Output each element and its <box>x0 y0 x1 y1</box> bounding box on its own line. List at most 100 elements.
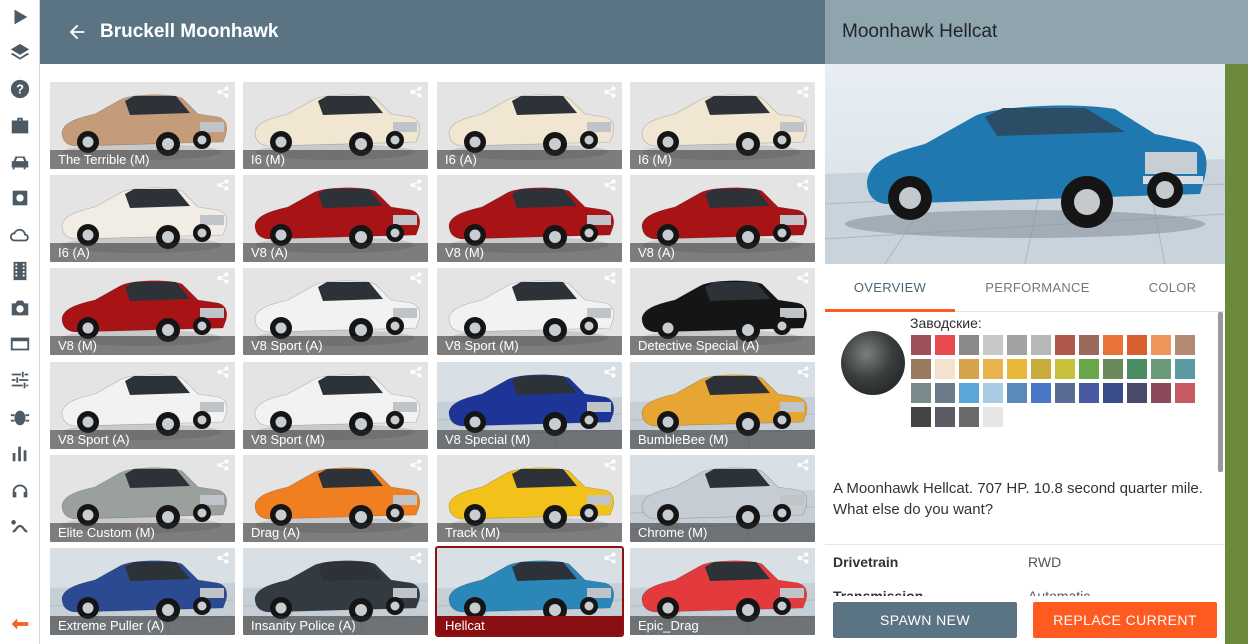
details-scrollbar[interactable] <box>1218 312 1223 472</box>
share-icon[interactable] <box>797 366 809 378</box>
headphones-icon[interactable] <box>6 476 34 504</box>
config-tile[interactable]: Extreme Puller (A) <box>50 548 235 635</box>
color-swatch[interactable] <box>959 359 979 379</box>
color-swatch[interactable] <box>1103 335 1123 355</box>
share-icon[interactable] <box>410 272 422 284</box>
route-icon[interactable] <box>6 512 34 540</box>
color-swatch[interactable] <box>1127 335 1147 355</box>
color-swatch[interactable] <box>935 335 955 355</box>
color-swatch[interactable] <box>935 359 955 379</box>
color-swatch[interactable] <box>1175 335 1195 355</box>
play-icon[interactable] <box>6 3 34 31</box>
share-icon[interactable] <box>604 272 616 284</box>
share-icon[interactable] <box>604 552 616 564</box>
color-swatch[interactable] <box>1007 359 1027 379</box>
config-tile[interactable]: I6 (M) <box>243 82 428 169</box>
config-tile[interactable]: V8 Sport (A) <box>50 362 235 449</box>
color-swatch[interactable] <box>959 407 979 427</box>
config-tile[interactable]: V8 (A) <box>243 175 428 262</box>
share-icon[interactable] <box>217 179 229 191</box>
share-icon[interactable] <box>217 272 229 284</box>
color-swatch[interactable] <box>1055 383 1075 403</box>
share-icon[interactable] <box>797 552 809 564</box>
bug-icon[interactable] <box>6 403 34 431</box>
help-icon[interactable]: ? <box>6 75 34 103</box>
color-swatch[interactable] <box>1079 335 1099 355</box>
color-swatch[interactable] <box>1031 359 1051 379</box>
config-tile[interactable]: Track (M) <box>437 455 622 542</box>
color-swatch[interactable] <box>1127 383 1147 403</box>
config-tile[interactable]: Epic_Drag <box>630 548 815 635</box>
color-swatch[interactable] <box>1055 359 1075 379</box>
config-tile[interactable]: V8 (M) <box>437 175 622 262</box>
config-tile[interactable]: Elite Custom (M) <box>50 455 235 542</box>
config-tile[interactable]: V8 Special (M) <box>437 362 622 449</box>
color-swatch[interactable] <box>983 383 1003 403</box>
config-tile[interactable]: I6 (M) <box>630 82 815 169</box>
config-tile[interactable]: Insanity Police (A) <box>243 548 428 635</box>
color-swatch[interactable] <box>1175 359 1195 379</box>
share-icon[interactable] <box>797 179 809 191</box>
share-icon[interactable] <box>797 272 809 284</box>
car-icon[interactable] <box>6 148 34 176</box>
color-swatch[interactable] <box>1151 383 1171 403</box>
layout-icon[interactable] <box>6 330 34 358</box>
share-icon[interactable] <box>410 179 422 191</box>
color-swatch[interactable] <box>1079 359 1099 379</box>
config-tile[interactable]: Detective Special (A) <box>630 268 815 355</box>
config-tile[interactable]: V8 (A) <box>630 175 815 262</box>
share-icon[interactable] <box>410 459 422 471</box>
color-swatch[interactable] <box>1175 383 1195 403</box>
layers-icon[interactable] <box>6 39 34 67</box>
briefcase-icon[interactable] <box>6 112 34 140</box>
color-swatch[interactable] <box>911 407 931 427</box>
config-tile[interactable]: The Terrible (M) <box>50 82 235 169</box>
cloud-icon[interactable] <box>6 221 34 249</box>
share-icon[interactable] <box>217 552 229 564</box>
camera-icon[interactable] <box>6 294 34 322</box>
share-icon[interactable] <box>410 552 422 564</box>
share-icon[interactable] <box>217 459 229 471</box>
color-swatch[interactable] <box>983 335 1003 355</box>
config-tile[interactable]: I6 (A) <box>50 175 235 262</box>
color-swatch[interactable] <box>935 407 955 427</box>
sliders-icon[interactable] <box>6 366 34 394</box>
color-swatch[interactable] <box>1055 335 1075 355</box>
stats-icon[interactable] <box>6 439 34 467</box>
share-icon[interactable] <box>797 86 809 98</box>
color-swatch[interactable] <box>983 407 1003 427</box>
color-swatch[interactable] <box>959 335 979 355</box>
color-swatch[interactable] <box>983 359 1003 379</box>
share-icon[interactable] <box>604 179 616 191</box>
back-arrow-icon[interactable] <box>40 0 100 64</box>
config-tile[interactable]: V8 Sport (A) <box>243 268 428 355</box>
config-tile[interactable]: V8 Sport (M) <box>243 362 428 449</box>
color-swatch[interactable] <box>1151 359 1171 379</box>
color-swatch[interactable] <box>1007 335 1027 355</box>
config-tile[interactable]: Chrome (M) <box>630 455 815 542</box>
settings-icon[interactable] <box>6 184 34 212</box>
film-icon[interactable] <box>6 257 34 285</box>
config-tile[interactable]: Drag (A) <box>243 455 428 542</box>
color-swatch[interactable] <box>1151 335 1171 355</box>
color-swatch[interactable] <box>935 383 955 403</box>
color-swatch[interactable] <box>959 383 979 403</box>
config-tile[interactable]: I6 (A) <box>437 82 622 169</box>
color-swatch[interactable] <box>1007 383 1027 403</box>
config-tile[interactable]: BumbleBee (M) <box>630 362 815 449</box>
color-swatch[interactable] <box>911 335 931 355</box>
config-tile[interactable]: Hellcat <box>435 546 624 637</box>
color-swatch[interactable] <box>1103 383 1123 403</box>
share-icon[interactable] <box>604 366 616 378</box>
color-swatch[interactable] <box>1031 383 1051 403</box>
share-icon[interactable] <box>217 86 229 98</box>
color-swatch[interactable] <box>1079 383 1099 403</box>
share-icon[interactable] <box>410 86 422 98</box>
tab-performance[interactable]: PERFORMANCE <box>970 266 1105 312</box>
tab-overview[interactable]: OVERVIEW <box>825 266 955 312</box>
color-swatch[interactable] <box>1031 335 1051 355</box>
color-swatch[interactable] <box>911 359 931 379</box>
tab-color[interactable]: COLOR <box>1130 266 1215 312</box>
share-icon[interactable] <box>410 366 422 378</box>
share-icon[interactable] <box>217 366 229 378</box>
